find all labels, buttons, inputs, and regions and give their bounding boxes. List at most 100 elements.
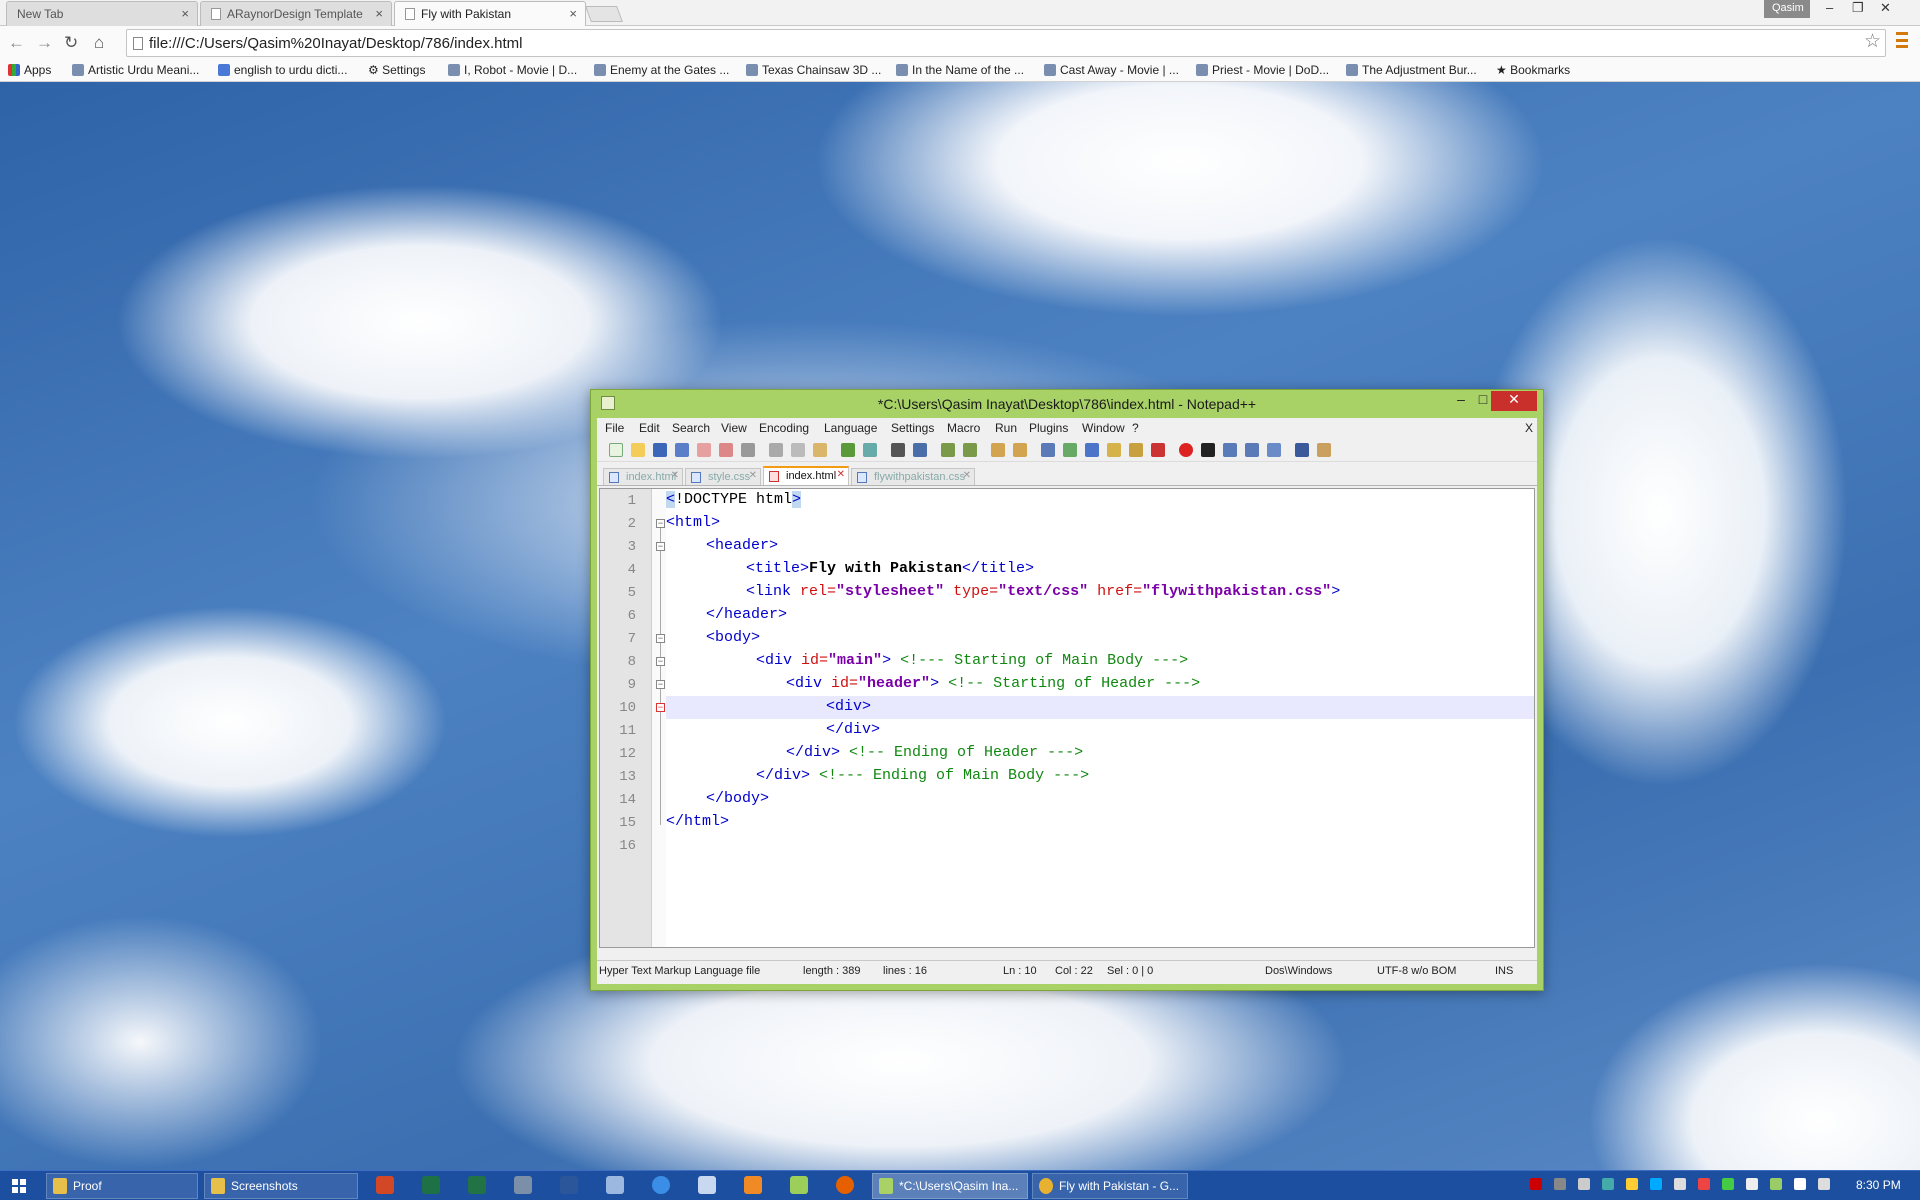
fold-toggle-icon[interactable]: − [656,657,665,666]
bookmark-item[interactable]: In the Name of the ... [896,63,1024,77]
close-icon[interactable]: ✕ [963,470,971,481]
address-bar[interactable]: file:///C:/Users/Qasim%20Inayat/Desktop/… [126,29,1886,57]
menu-plugins[interactable]: Plugins [1029,421,1068,435]
internet-explorer-icon[interactable] [652,1176,670,1194]
shield-icon[interactable] [606,1176,624,1194]
find-icon[interactable] [891,443,905,457]
notepad-plus-plus-icon[interactable] [790,1176,808,1194]
taskbar-item-chrome[interactable]: Fly with Pakistan - G... [1032,1173,1188,1199]
calculator-icon[interactable] [514,1176,532,1194]
taskbar-item-notepad[interactable]: *C:\Users\Qasim Ina... [872,1173,1028,1199]
fold-toggle-icon[interactable]: − [656,703,665,712]
close-icon[interactable]: ✕ [671,470,679,481]
copy-icon[interactable] [791,443,805,457]
forward-arrow-icon[interactable]: → [36,33,53,53]
close-window-icon[interactable]: ✕ [1880,0,1891,16]
menu-macro[interactable]: Macro [947,421,980,435]
menu-window[interactable]: Window [1082,421,1125,435]
speaker-icon[interactable] [1818,1178,1830,1190]
close-icon[interactable]: ✕ [837,469,845,480]
open-folder-icon[interactable] [631,443,645,457]
status-insert-mode[interactable]: INS [1495,965,1513,977]
user-profile-badge[interactable]: Qasim [1764,0,1810,18]
tray-icon[interactable] [1698,1178,1710,1190]
menu-encoding[interactable]: Encoding [759,421,809,435]
new-tab-button[interactable] [585,6,623,22]
save-macro-icon[interactable] [1267,443,1281,457]
save-all-icon[interactable] [675,443,689,457]
new-file-icon[interactable] [609,443,623,457]
back-arrow-icon[interactable]: ← [8,33,25,53]
publisher-icon[interactable] [422,1176,440,1194]
replace-icon[interactable] [913,443,927,457]
doc-tab-index-html[interactable]: index.html ✕ [603,468,683,485]
minimize-icon[interactable]: – [1826,0,1833,15]
bookmark-settings[interactable]: ⚙ Settings [368,63,425,77]
bookmark-item[interactable]: english to urdu dicti... [218,63,347,77]
home-icon[interactable]: ⌂ [94,33,104,53]
menu-settings[interactable]: Settings [891,421,934,435]
fold-toggle-icon[interactable]: − [656,680,665,689]
tray-icon[interactable] [1674,1178,1686,1190]
bookmark-item[interactable]: Cast Away - Movie | ... [1044,63,1179,77]
windows-start-icon[interactable] [12,1179,26,1193]
minimize-icon[interactable]: – [1449,391,1473,411]
browser-tab-new-tab[interactable]: New Tab × [6,1,198,26]
close-icon[interactable]: × [569,6,577,21]
show-all-characters-icon[interactable] [1063,443,1077,457]
zoom-out-icon[interactable] [963,443,977,457]
user-language-icon[interactable] [1107,443,1121,457]
sync-vertical-icon[interactable] [991,443,1005,457]
bookmark-item[interactable]: Texas Chainsaw 3D ... [746,63,881,77]
document-map-icon[interactable] [1129,443,1143,457]
windows-flag-icon[interactable] [1746,1178,1758,1190]
tray-icon[interactable] [1770,1178,1782,1190]
word-icon[interactable] [560,1176,578,1194]
doc-tab-flywithpakistan-css[interactable]: flywithpakistan.css ✕ [851,468,975,485]
menu-edit[interactable]: Edit [639,421,660,435]
indent-guide-icon[interactable] [1085,443,1099,457]
word-wrap-icon[interactable] [1041,443,1055,457]
tray-icon[interactable] [1578,1178,1590,1190]
function-list-icon[interactable] [1151,443,1165,457]
tray-icon[interactable] [1554,1178,1566,1190]
menu-view[interactable]: View [721,421,747,435]
menu-run[interactable]: Run [995,421,1017,435]
doc-tab-style-css[interactable]: style.css ✕ [685,468,761,485]
document-icon[interactable] [698,1176,716,1194]
restore-icon[interactable]: ❐ [1852,0,1864,16]
fold-toggle-icon[interactable]: − [656,542,665,551]
doc-tab-index-html-active[interactable]: index.html ✕ [763,466,849,485]
code-area[interactable]: <!DOCTYPE html> <html> <header> <title>F… [666,489,1534,947]
taskbar-item-screenshots[interactable]: Screenshots [204,1173,358,1199]
bookmark-item[interactable]: Artistic Urdu Meani... [72,63,199,77]
sync-horizontal-icon[interactable] [1013,443,1027,457]
cut-icon[interactable] [769,443,783,457]
bookmark-star-icon[interactable]: ☆ [1864,30,1881,53]
redo-icon[interactable] [863,443,877,457]
code-editor[interactable]: 1 2 3 4 5 6 7 8 9 10 11 12 13 14 15 16 −… [599,488,1535,948]
fold-toggle-icon[interactable]: − [656,634,665,643]
change-dictionary-icon[interactable] [1317,443,1331,457]
print-icon[interactable] [741,443,755,457]
bookmark-item[interactable]: Enemy at the Gates ... [594,63,729,77]
run-macro-multiple-icon[interactable] [1245,443,1259,457]
acrobat-tray-icon[interactable] [1530,1178,1542,1190]
menu-search[interactable]: Search [672,421,710,435]
record-macro-icon[interactable] [1179,443,1193,457]
menu-file[interactable]: File [605,421,624,435]
reload-icon[interactable]: ↻ [64,33,78,53]
powerpoint-icon[interactable] [376,1176,394,1194]
close-all-icon[interactable] [719,443,733,457]
taskbar-item-proof[interactable]: Proof [46,1173,198,1199]
play-macro-icon[interactable] [1223,443,1237,457]
tray-icon[interactable] [1626,1178,1638,1190]
bookmark-item[interactable]: Priest - Movie | DoD... [1196,63,1329,77]
vlc-icon[interactable] [744,1176,762,1194]
close-icon[interactable]: ✕ [749,470,757,481]
browser-tab-fly-with-pakistan[interactable]: Fly with Pakistan × [394,1,586,27]
close-document-button[interactable]: X [1525,421,1533,435]
firefox-icon[interactable] [836,1176,854,1194]
network-icon[interactable] [1794,1178,1806,1190]
chrome-menu-icon[interactable] [1896,32,1908,48]
